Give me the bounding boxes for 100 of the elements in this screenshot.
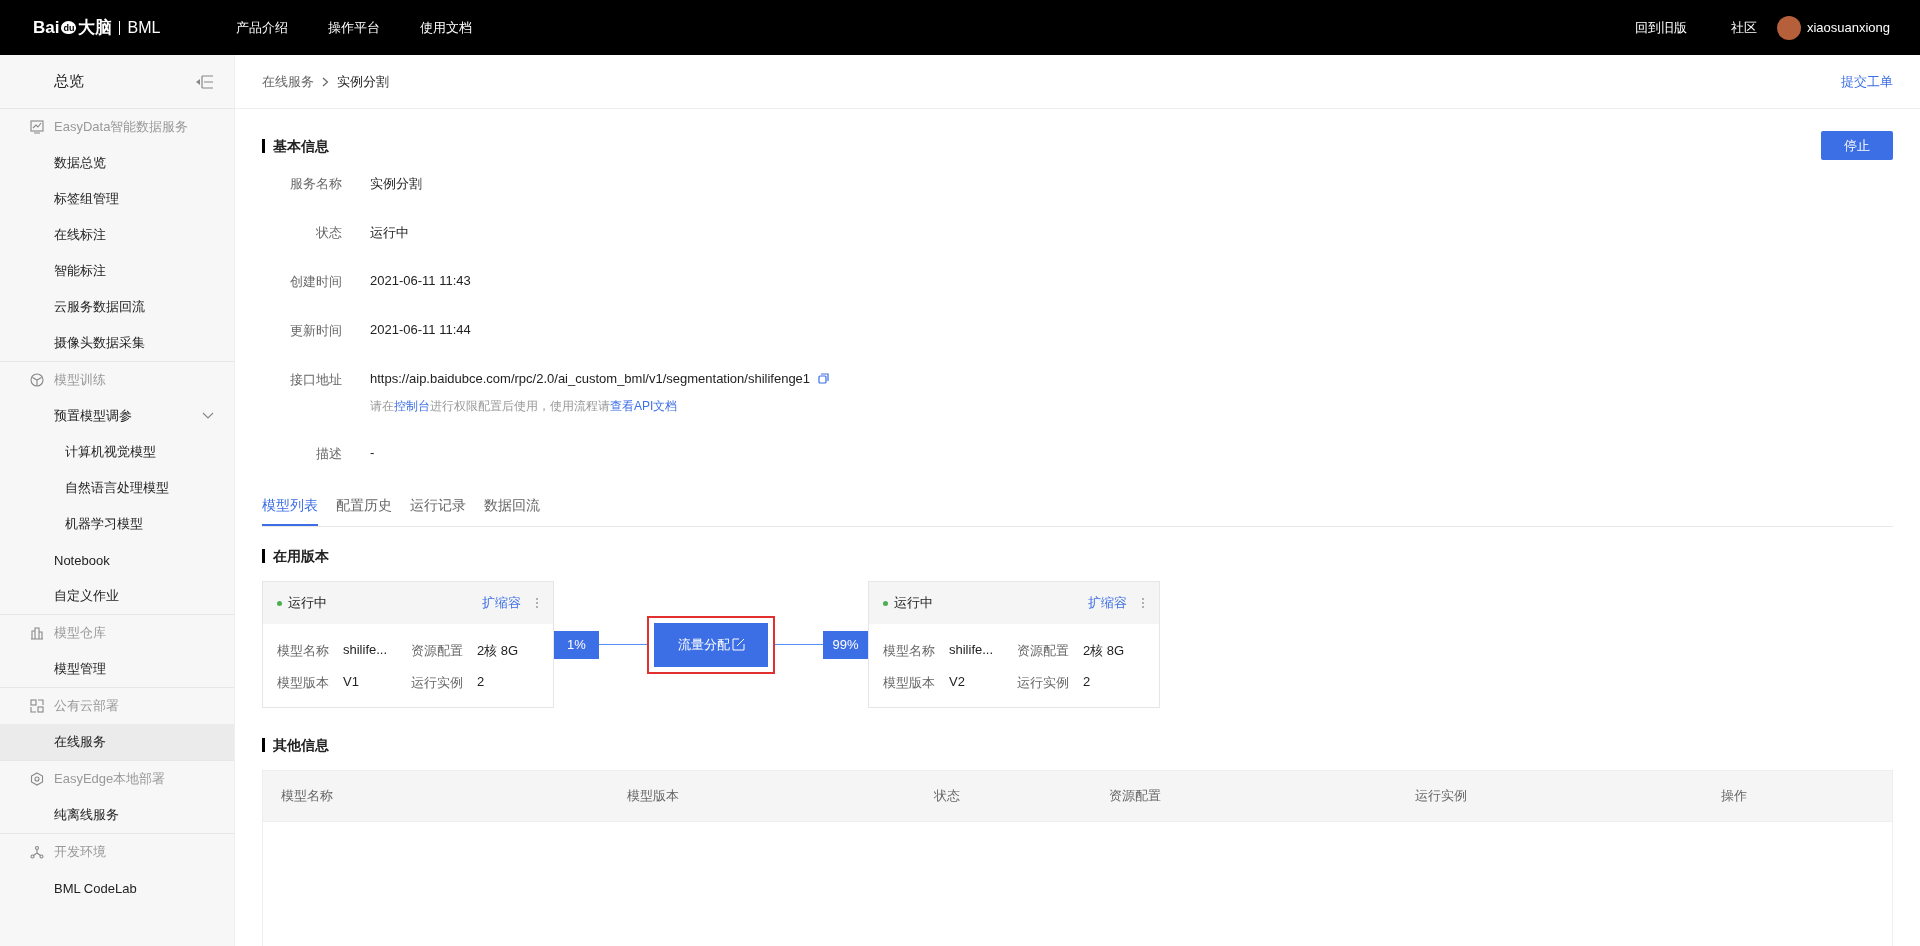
sidebar-item[interactable]: 在线标注 bbox=[0, 217, 234, 253]
status-text: 运行中 bbox=[894, 594, 934, 612]
field-label: 模型版本 bbox=[883, 674, 936, 692]
field-value: V1 bbox=[343, 674, 360, 691]
field-value: 2021-06-11 11:43 bbox=[370, 273, 471, 288]
column-header: 操作 bbox=[1720, 787, 1748, 805]
sidebar-item[interactable]: 摄像头数据采集 bbox=[0, 325, 234, 361]
nav-link[interactable]: 操作平台 bbox=[328, 18, 380, 37]
edit-icon bbox=[731, 638, 745, 651]
field-label: 资源配置 bbox=[1017, 642, 1070, 660]
nav-link[interactable]: 使用文档 bbox=[420, 18, 472, 37]
sidebar-item[interactable]: 预置模型调参 bbox=[0, 398, 234, 434]
building-icon bbox=[30, 626, 44, 640]
section-title: 在用版本 bbox=[262, 549, 329, 563]
sidebar-item[interactable]: 机器学习模型 bbox=[0, 506, 234, 542]
status-dot-icon bbox=[277, 600, 282, 606]
field-label: 接口地址 bbox=[289, 371, 342, 389]
status-dot-icon bbox=[883, 600, 888, 606]
field-value: 2 bbox=[1083, 674, 1092, 691]
avatar-icon[interactable] bbox=[1776, 15, 1801, 40]
field-label: 服务名称 bbox=[289, 175, 342, 193]
breadcrumb-link[interactable]: 在线服务 bbox=[262, 72, 314, 91]
paw-icon: du bbox=[61, 21, 77, 34]
sidebar-group-title: 模型训练 bbox=[54, 371, 106, 389]
field-value: - bbox=[370, 445, 375, 460]
field-value: shilife... bbox=[343, 642, 389, 659]
copy-icon[interactable] bbox=[818, 373, 830, 384]
submit-ticket-link[interactable]: 提交工单 bbox=[1841, 72, 1893, 91]
more-icon[interactable] bbox=[535, 597, 539, 609]
field-label: 资源配置 bbox=[411, 642, 464, 660]
nav-link[interactable]: 产品介绍 bbox=[236, 18, 288, 37]
field-value: 2 bbox=[477, 674, 486, 691]
usage-hint: 请在控制台进行权限配置后使用，使用流程请查看API文档 bbox=[370, 398, 679, 415]
breadcrumb-link[interactable]: 实例分割 bbox=[337, 72, 389, 91]
field-value: 2核 8G bbox=[477, 642, 520, 660]
sidebar-item[interactable]: 模型管理 bbox=[0, 651, 234, 687]
column-header: 模型版本 bbox=[626, 787, 680, 805]
field-label: 运行实例 bbox=[411, 674, 464, 692]
sidebar-item[interactable]: Notebook bbox=[0, 542, 234, 578]
sidebar-item[interactable]: BML CodeLab bbox=[0, 870, 234, 906]
sidebar-item[interactable]: 自然语言处理模型 bbox=[0, 470, 234, 506]
chart-icon bbox=[30, 120, 44, 134]
scale-link[interactable]: 扩缩容 bbox=[482, 594, 521, 612]
user-name[interactable]: xiaosuanxiong bbox=[1806, 20, 1890, 35]
api-url: https://aip.baidubce.com/rpc/2.0/ai_custom_bml/v1/segmentation/shilifenge1 bbox=[370, 371, 811, 386]
tab[interactable]: 运行记录 bbox=[410, 491, 466, 526]
sidebar-item[interactable]: 计算机视觉模型 bbox=[0, 434, 234, 470]
sidebar-group-title: 公有云部署 bbox=[54, 697, 119, 715]
sidebar-item[interactable]: 数据总览 bbox=[0, 145, 234, 181]
nav-link[interactable]: 社区 bbox=[1730, 18, 1757, 37]
doc-link[interactable]: 查看API文档 bbox=[610, 399, 678, 413]
sidebar-item[interactable]: 标签组管理 bbox=[0, 181, 234, 217]
sidebar-item[interactable]: 智能标注 bbox=[0, 253, 234, 289]
status-text: 运行中 bbox=[288, 594, 328, 612]
cube-icon bbox=[30, 373, 44, 387]
field-value: 2核 8G bbox=[1083, 642, 1126, 660]
field-value: V2 bbox=[949, 674, 966, 691]
network-icon bbox=[30, 845, 44, 859]
section-title: 其他信息 bbox=[262, 738, 329, 752]
sidebar-group-title: 开发环境 bbox=[54, 843, 106, 861]
deploy-icon bbox=[30, 699, 44, 713]
field-value: 2021-06-11 11:44 bbox=[370, 322, 471, 337]
traffic-share-tag: 99% bbox=[823, 630, 868, 659]
field-label: 模型名称 bbox=[277, 642, 330, 660]
hexagon-icon bbox=[30, 772, 44, 786]
chevron-icon bbox=[322, 76, 329, 87]
sidebar-group-title: EasyData智能数据服务 bbox=[54, 118, 189, 136]
sidebar-item[interactable]: 在线服务 bbox=[0, 724, 234, 760]
sidebar-item[interactable]: 纯离线服务 bbox=[0, 797, 234, 833]
column-header: 资源配置 bbox=[1108, 787, 1162, 805]
column-header: 运行实例 bbox=[1415, 787, 1469, 805]
field-value: shilife... bbox=[949, 642, 995, 659]
sidebar-item[interactable]: 总览 bbox=[54, 72, 84, 91]
doc-link[interactable]: 控制台 bbox=[394, 399, 430, 413]
sidebar-item[interactable]: 自定义作业 bbox=[0, 578, 234, 614]
traffic-share-tag: 1% bbox=[554, 630, 599, 659]
sidebar-item[interactable]: 云服务数据回流 bbox=[0, 289, 234, 325]
field-label: 模型版本 bbox=[277, 674, 330, 692]
field-label: 模型名称 bbox=[883, 642, 936, 660]
column-header: 模型名称 bbox=[281, 787, 334, 805]
tab[interactable]: 模型列表 bbox=[262, 491, 318, 526]
field-label: 描述 bbox=[315, 445, 342, 463]
collapse-icon[interactable] bbox=[196, 74, 214, 89]
field-label: 创建时间 bbox=[289, 273, 342, 291]
traffic-split-button[interactable]: 流量分配 bbox=[654, 622, 768, 667]
field-label: 更新时间 bbox=[289, 322, 342, 340]
tab[interactable]: 配置历史 bbox=[336, 491, 392, 526]
field-value: 运行中 bbox=[370, 225, 409, 240]
scale-link[interactable]: 扩缩容 bbox=[1088, 594, 1127, 612]
field-value: 实例分割 bbox=[370, 176, 422, 191]
sidebar-group-title: 模型仓库 bbox=[54, 624, 106, 642]
column-header: 状态 bbox=[933, 787, 961, 805]
field-label: 状态 bbox=[315, 224, 342, 242]
tab[interactable]: 数据回流 bbox=[484, 491, 540, 526]
more-icon[interactable] bbox=[1141, 597, 1145, 609]
nav-link[interactable]: 回到旧版 bbox=[1634, 18, 1687, 37]
section-title: 基本信息 bbox=[262, 138, 329, 153]
logo[interactable]: Bai du 大脑 BML bbox=[33, 16, 203, 39]
stop-button[interactable]: 停止 bbox=[1821, 131, 1893, 160]
chevron-icon bbox=[202, 412, 214, 420]
